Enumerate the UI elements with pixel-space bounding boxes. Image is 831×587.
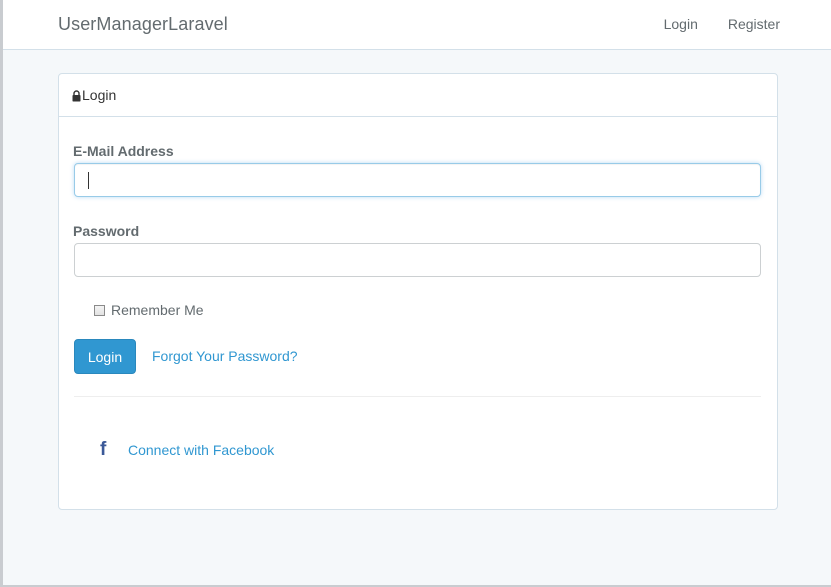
nav-login-link[interactable]: Login bbox=[664, 16, 698, 32]
brand-link[interactable]: UserManagerLaravel bbox=[58, 14, 228, 35]
password-label: Password bbox=[73, 223, 140, 239]
text-caret bbox=[88, 172, 89, 189]
email-label: E-Mail Address bbox=[73, 143, 174, 159]
remember-me-checkbox[interactable] bbox=[94, 304, 105, 316]
login-button[interactable]: Login bbox=[74, 339, 136, 374]
facebook-icon: f bbox=[100, 439, 107, 460]
panel-heading: Login bbox=[59, 74, 777, 117]
remember-me-label: Remember Me bbox=[111, 302, 204, 318]
forgot-password-link[interactable]: Forgot Your Password? bbox=[152, 348, 298, 364]
password-field[interactable] bbox=[74, 243, 761, 277]
nav-links: Login Register bbox=[664, 16, 780, 32]
facebook-connect-link[interactable]: f Connect with Facebook bbox=[100, 440, 274, 459]
login-panel: Login E-Mail Address Password Remember M… bbox=[58, 73, 778, 510]
app-window: UserManagerLaravel Login Register Login … bbox=[0, 0, 831, 587]
email-field[interactable] bbox=[74, 163, 761, 197]
remember-me-row[interactable]: Remember Me bbox=[94, 302, 204, 318]
panel-title: Login bbox=[82, 87, 117, 103]
lock-icon bbox=[72, 89, 81, 102]
nav-register-link[interactable]: Register bbox=[728, 16, 780, 32]
divider bbox=[74, 396, 761, 397]
top-navbar: UserManagerLaravel Login Register bbox=[3, 0, 831, 50]
facebook-connect-label: Connect with Facebook bbox=[128, 441, 275, 458]
